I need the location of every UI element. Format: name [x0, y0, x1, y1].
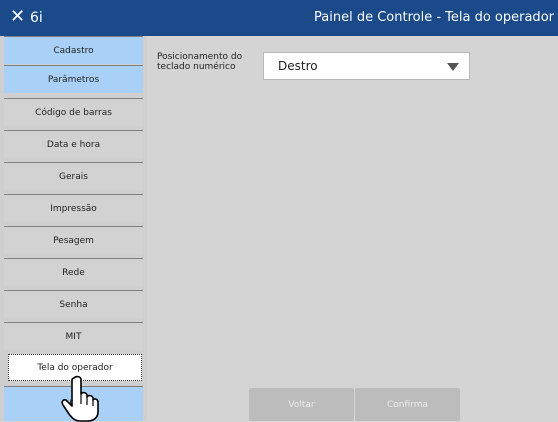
sidebar-item-rede[interactable]: Rede — [4, 258, 143, 286]
sidebar-item-codigo-de-barras[interactable]: Código de barras — [4, 98, 143, 126]
app-name: 6i — [30, 10, 43, 26]
keypad-position-dropdown[interactable]: Destro — [263, 52, 470, 80]
window-title: Painel de Controle - Tela do operador — [314, 10, 554, 25]
sidebar-item-data-e-hora[interactable]: Data e hora — [4, 130, 143, 158]
back-button[interactable]: Voltar — [249, 388, 354, 421]
sidebar-item-cadastro[interactable]: Cadastro — [4, 36, 143, 64]
sidebar-item-impressao[interactable]: Impressão — [4, 194, 143, 222]
sidebar-item-pesagem[interactable]: Pesagem — [4, 226, 143, 254]
dropdown-value: Destro — [278, 59, 318, 73]
hand-pointer-icon — [61, 375, 99, 422]
title-bar: ✕ 6i Painel de Controle - Tela do operad… — [0, 0, 558, 36]
sidebar-item-senha[interactable]: Senha — [4, 290, 143, 318]
confirm-button[interactable]: Confirma — [355, 388, 460, 421]
sidebar-item-gerais[interactable]: Gerais — [4, 162, 143, 190]
sidebar: Cadastro Parâmetros Código de barras Dat… — [0, 36, 147, 421]
sidebar-item-mit[interactable]: MIT — [4, 322, 143, 350]
chevron-down-icon — [447, 63, 459, 71]
close-icon[interactable]: ✕ — [10, 6, 25, 28]
keypad-position-label: Posicionamento do teclado numérico — [157, 52, 243, 72]
sidebar-item-parametros[interactable]: Parâmetros — [4, 65, 143, 93]
